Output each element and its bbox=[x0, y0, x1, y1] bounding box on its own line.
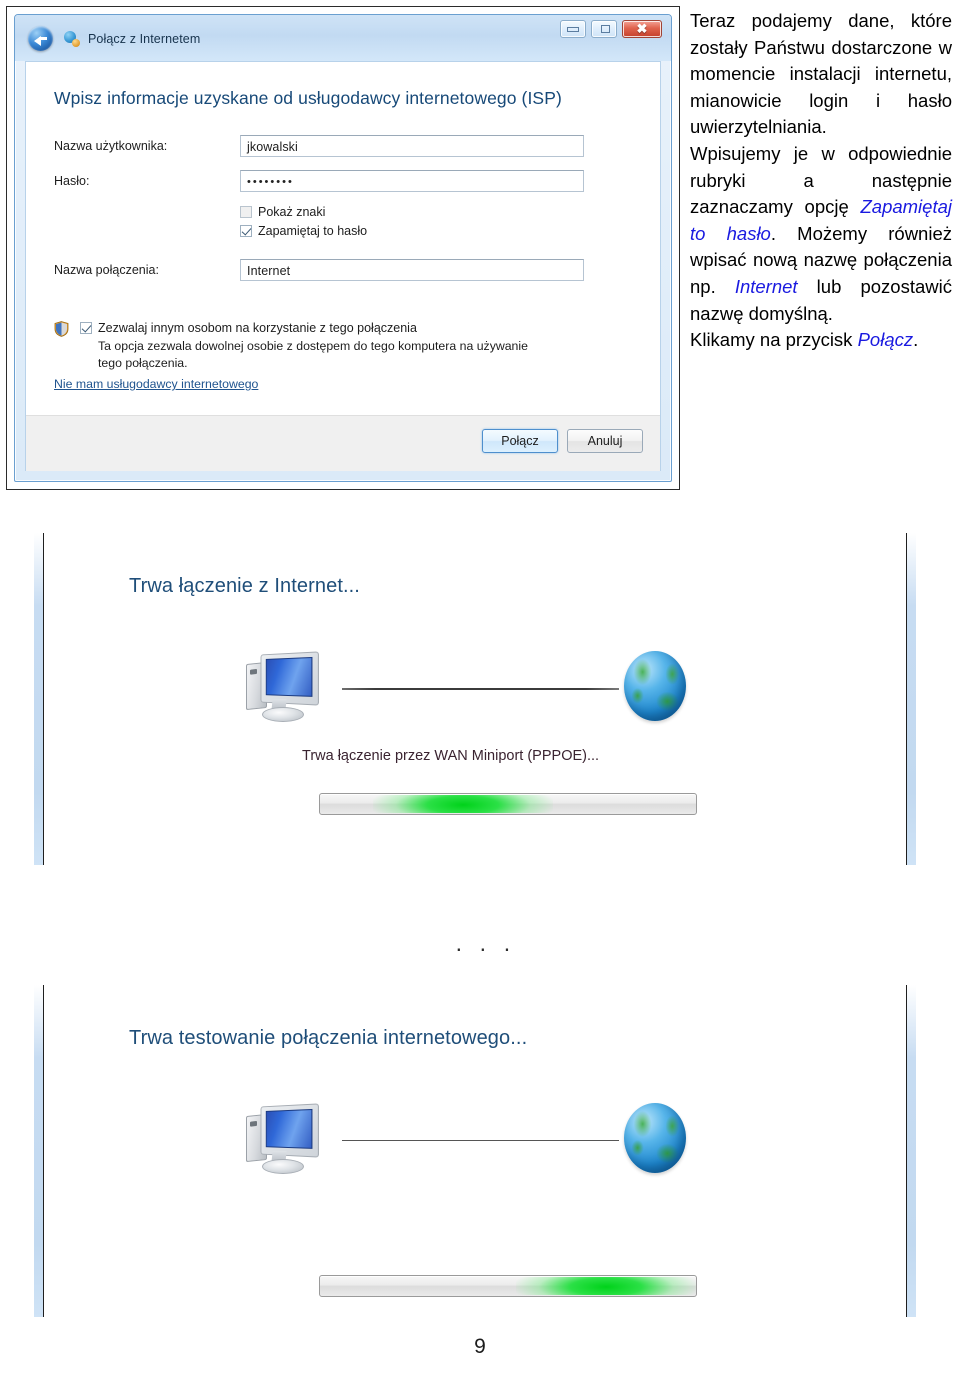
password-label: Hasło: bbox=[54, 174, 90, 188]
window-content: Wpisz informacje uzyskane od usługodawcy… bbox=[26, 62, 660, 415]
network-connection-icon bbox=[62, 30, 80, 47]
progress-indicator bbox=[372, 795, 554, 813]
window-body: Wpisz informacje uzyskane od usługodawcy… bbox=[25, 61, 661, 471]
testing-progress-bar bbox=[319, 1275, 697, 1297]
show-characters-label: Pokaż znaki bbox=[258, 205, 326, 219]
connecting-progress-bar bbox=[319, 793, 697, 815]
allow-others-row[interactable]: Zezwalaj innym osobom na korzystanie z t… bbox=[80, 321, 632, 335]
figure-connecting-panel: Trwa łączenie z Internet... Trwa łączeni… bbox=[34, 533, 916, 865]
text-paragraph-1: Teraz podajemy dane, które zostały Państ… bbox=[690, 8, 952, 141]
text-p3-run1: Klikamy na przycisk bbox=[690, 329, 858, 351]
minimize-icon bbox=[567, 27, 579, 32]
connection-line bbox=[342, 1140, 619, 1141]
connect-to-internet-window: Połącz z Internetem ✖ Wpisz informacje u… bbox=[14, 14, 672, 482]
monitor-base bbox=[262, 1159, 304, 1174]
text-p3-run2: . bbox=[913, 329, 919, 351]
connection-graphic bbox=[34, 1095, 916, 1185]
connection-line bbox=[342, 688, 619, 690]
show-characters-row[interactable]: Pokaż znaki bbox=[240, 205, 632, 219]
text-p2-emphasis-2: Internet bbox=[734, 275, 798, 297]
no-isp-link[interactable]: Nie mam usługodawcy internetowego bbox=[54, 377, 258, 391]
text-paragraph-2: Wpisujemy je w odpowiednie rubryki a nas… bbox=[690, 141, 952, 327]
window-title: Połącz z Internetem bbox=[88, 31, 201, 46]
window-titlebar: Połącz z Internetem ✖ bbox=[15, 15, 671, 61]
globe-icon bbox=[624, 651, 686, 721]
shield-icon bbox=[54, 321, 69, 337]
monitor-screen bbox=[265, 1108, 313, 1149]
text-paragraph-3: Klikamy na przycisk Połącz. bbox=[690, 327, 952, 354]
username-input[interactable]: jkowalski bbox=[240, 135, 584, 157]
page-number: 9 bbox=[474, 1335, 486, 1358]
remember-password-checkbox[interactable] bbox=[240, 225, 252, 237]
maximize-icon bbox=[601, 25, 610, 33]
window-controls: ✖ bbox=[560, 20, 662, 38]
plug-small-icon bbox=[72, 39, 80, 47]
connection-name-row: Nazwa połączenia: Internet bbox=[54, 259, 632, 281]
connection-graphic bbox=[34, 643, 916, 733]
connection-name-input[interactable]: Internet bbox=[240, 259, 584, 281]
connecting-status-text: Trwa łączenie przez WAN Miniport (PPPOE)… bbox=[302, 748, 600, 764]
connection-name-label: Nazwa połączenia: bbox=[54, 263, 159, 277]
allow-others-label: Zezwalaj innym osobom na korzystanie z t… bbox=[98, 321, 417, 335]
explanatory-text: Teraz podajemy dane, które zostały Państ… bbox=[690, 8, 952, 354]
figure-testing-panel: Trwa testowanie połączenia internetowego… bbox=[34, 985, 916, 1317]
computer-icon bbox=[246, 651, 324, 723]
window-footer: Połącz Anuluj bbox=[26, 415, 660, 471]
password-row: Hasło: •••••••• bbox=[54, 170, 632, 192]
text-p3-emphasis-1: Połącz bbox=[857, 329, 914, 351]
titlebar-nav: Połącz z Internetem bbox=[28, 26, 200, 51]
page-title: Wpisz informacje uzyskane od usługodawcy… bbox=[54, 88, 562, 108]
computer-icon bbox=[246, 1103, 324, 1175]
connecting-title: Trwa łączenie z Internet... bbox=[129, 575, 360, 597]
allow-others-description: Ta opcja zezwala dowolnej osobie z dostę… bbox=[98, 339, 528, 370]
figure-connect-dialog: Połącz z Internetem ✖ Wpisz informacje u… bbox=[6, 6, 680, 490]
username-label: Nazwa użytkownika: bbox=[54, 139, 168, 153]
back-arrow-icon[interactable] bbox=[28, 26, 53, 51]
computer-monitor bbox=[260, 651, 319, 706]
username-row: Nazwa użytkownika: jkowalski bbox=[54, 135, 632, 157]
computer-monitor bbox=[260, 1103, 319, 1158]
text-p1-run1: Teraz podajemy dane, które zostały Państ… bbox=[690, 10, 952, 138]
allow-others-checkbox[interactable] bbox=[80, 322, 92, 334]
footer-buttons: Połącz Anuluj bbox=[482, 429, 643, 453]
cancel-button[interactable]: Anuluj bbox=[567, 429, 643, 453]
close-icon: ✖ bbox=[636, 21, 648, 36]
show-characters-checkbox[interactable] bbox=[240, 206, 252, 218]
monitor-screen bbox=[265, 656, 313, 697]
minimize-button[interactable] bbox=[560, 20, 586, 38]
monitor-base bbox=[262, 707, 304, 722]
maximize-button[interactable] bbox=[591, 20, 617, 38]
progress-indicator bbox=[515, 1277, 696, 1295]
testing-title: Trwa testowanie połączenia internetowego… bbox=[129, 1027, 528, 1049]
allow-others-block: Zezwalaj innym osobom na korzystanie z t… bbox=[54, 321, 632, 393]
globe-icon bbox=[624, 1103, 686, 1173]
connect-button[interactable]: Połącz bbox=[482, 429, 558, 453]
close-button[interactable]: ✖ bbox=[622, 20, 662, 38]
password-input[interactable]: •••••••• bbox=[240, 170, 584, 192]
remember-password-label: Zapamiętaj to hasło bbox=[258, 224, 368, 238]
remember-password-row[interactable]: Zapamiętaj to hasło bbox=[240, 224, 632, 238]
section-separator: · · · bbox=[455, 935, 516, 961]
